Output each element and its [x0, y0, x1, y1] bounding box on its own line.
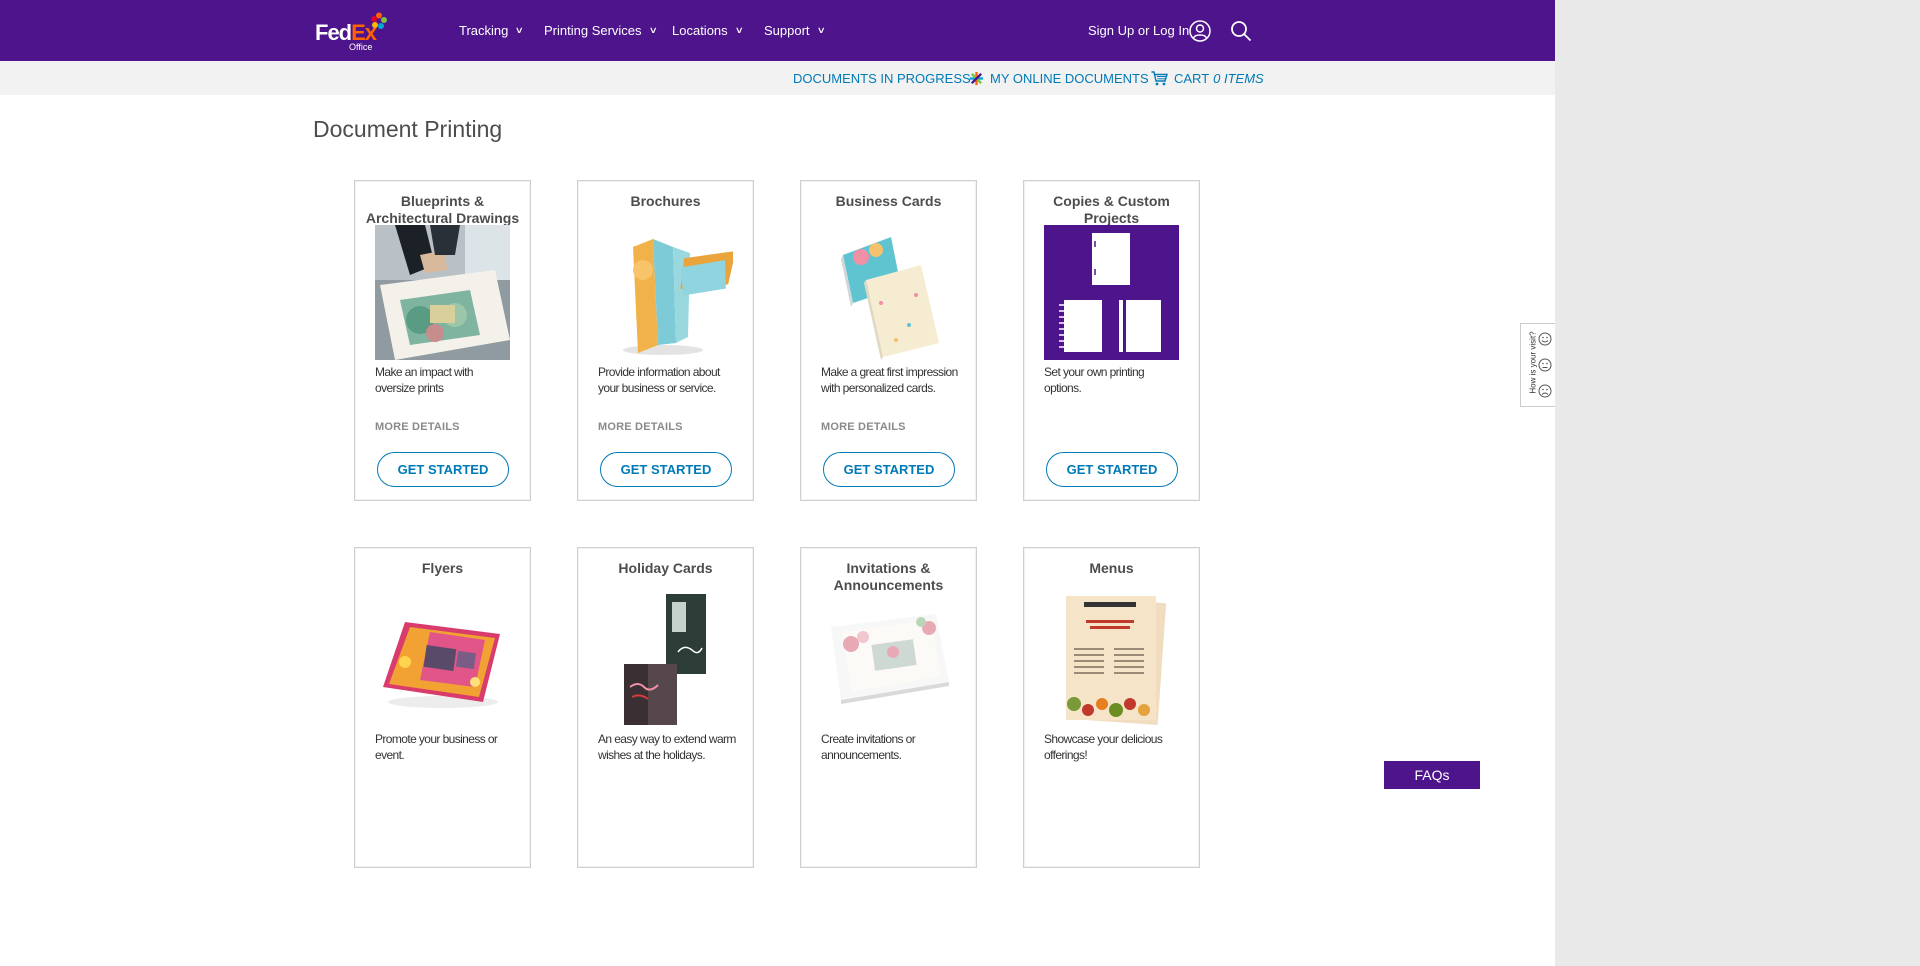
my-online-documents-link[interactable]: MY ONLINE DOCUMENTS — [969, 61, 1149, 95]
more-details-link[interactable]: MORE DETAILS — [598, 421, 683, 433]
product-card-brochures: Brochures Provide information about your… — [577, 180, 754, 501]
card-title: Holiday Cards — [618, 560, 713, 576]
card-title: Copies & Custom Projects — [1053, 193, 1170, 226]
happy-face-icon[interactable] — [1538, 332, 1552, 346]
faqs-button[interactable]: FAQs — [1384, 761, 1480, 789]
secondary-navigation-bar: DOCUMENTS IN PROGRESS MY ONLINE DOCUMENT… — [0, 61, 1555, 95]
cart-link[interactable]: CART 0 ITEMS — [1151, 61, 1264, 95]
nav-support[interactable]: Support ∨ — [764, 0, 826, 61]
shopping-cart-icon — [1151, 70, 1168, 85]
page-title: Document Printing — [313, 116, 503, 142]
fedex-office-logo[interactable]: FedEx Office — [315, 12, 395, 52]
product-card-copies-custom: Copies & Custom Projects Set your own pr… — [1023, 180, 1200, 501]
chevron-down-icon: ∨ — [515, 25, 525, 35]
nav-printing-services-label: Printing Services — [544, 23, 642, 38]
card-description: Create invitations or announcements. — [821, 732, 916, 762]
card-description: Provide information about your business … — [598, 365, 720, 395]
card-description: Make a great first impression with perso… — [821, 365, 958, 395]
card-title: Blueprints & Architectural Drawings — [365, 193, 520, 226]
feedback-label: How is your visit? — [1528, 331, 1538, 394]
card-description: Showcase your delicious offerings! — [1044, 732, 1163, 762]
neutral-face-icon[interactable] — [1538, 358, 1552, 372]
brochures-product-image[interactable] — [598, 225, 733, 360]
cart-label: CART — [1174, 70, 1210, 86]
card-description: An easy way to extend warm wishes at the… — [598, 732, 736, 762]
chevron-down-icon: ∨ — [648, 25, 658, 35]
more-details-link[interactable]: MORE DETAILS — [375, 421, 460, 433]
card-title: Flyers — [421, 560, 464, 576]
nav-support-label: Support — [764, 23, 810, 38]
holiday-cards-product-image[interactable] — [598, 592, 733, 727]
nav-tracking[interactable]: Tracking ∨ — [459, 0, 525, 61]
page: FedEx Office Tracking ∨ Printing Services… — [0, 0, 1555, 966]
nav-printing-services[interactable]: Printing Services ∨ — [544, 0, 658, 61]
card-title: Brochures — [630, 193, 701, 209]
product-card-flyers: Flyers Promote your business or event. — [354, 547, 531, 868]
nav-tracking-label: Tracking — [459, 23, 509, 38]
my-online-documents-label: MY ONLINE DOCUMENTS — [990, 70, 1149, 86]
card-description: Set your own printing options. — [1044, 365, 1145, 395]
logo-fed-text: Fed — [315, 20, 352, 45]
more-details-link[interactable]: MORE DETAILS — [821, 421, 906, 433]
sign-in-link[interactable]: Sign Up or Log In — [1088, 0, 1189, 61]
flyers-product-image[interactable] — [375, 592, 510, 727]
cart-count: 0 ITEMS — [1213, 70, 1264, 86]
sad-face-icon[interactable] — [1538, 384, 1552, 398]
card-title: Menus — [1089, 560, 1134, 576]
online-documents-flower-icon — [969, 71, 984, 85]
search-icon[interactable] — [1230, 20, 1252, 42]
documents-in-progress-link[interactable]: DOCUMENTS IN PROGRESS — [793, 61, 971, 95]
logo-office-text: Office — [349, 42, 373, 52]
get-started-button[interactable]: GET STARTED — [823, 452, 955, 487]
feedback-tab[interactable]: How is your visit? — [1520, 323, 1555, 407]
product-card-menus: Menus Showcase your delicious offerings! — [1023, 547, 1200, 868]
card-description: Make an impact with oversize prints — [375, 365, 474, 395]
invitations-product-image[interactable] — [821, 592, 956, 727]
fedex-office-flower-icon — [371, 12, 387, 29]
user-account-icon[interactable] — [1189, 20, 1211, 42]
card-title: Business Cards — [835, 193, 942, 209]
get-started-button[interactable]: GET STARTED — [377, 452, 509, 487]
chevron-down-icon: ∨ — [816, 25, 826, 35]
product-card-invitations: Invitations & Announcements Create invit… — [800, 547, 977, 868]
card-title: Invitations & Announcements — [833, 560, 944, 593]
card-description: Promote your business or event. — [375, 732, 498, 762]
nav-locations[interactable]: Locations ∨ — [672, 0, 744, 61]
product-card-holiday-cards: Holiday Cards An easy way to extend warm… — [577, 547, 754, 868]
blueprints-product-image[interactable] — [375, 225, 510, 360]
copies-custom-product-image[interactable] — [1044, 225, 1179, 360]
business-cards-product-image[interactable] — [821, 225, 956, 360]
get-started-button[interactable]: GET STARTED — [1046, 452, 1178, 487]
product-card-business-cards: Business Cards Make a great first impres… — [800, 180, 977, 501]
top-navigation-bar: FedEx Office Tracking ∨ Printing Services… — [0, 0, 1555, 61]
get-started-button[interactable]: GET STARTED — [600, 452, 732, 487]
chevron-down-icon: ∨ — [734, 25, 744, 35]
product-card-blueprints: Blueprints & Architectural Drawings Make… — [354, 180, 531, 501]
menus-product-image[interactable] — [1044, 592, 1179, 727]
nav-locations-label: Locations — [672, 23, 728, 38]
